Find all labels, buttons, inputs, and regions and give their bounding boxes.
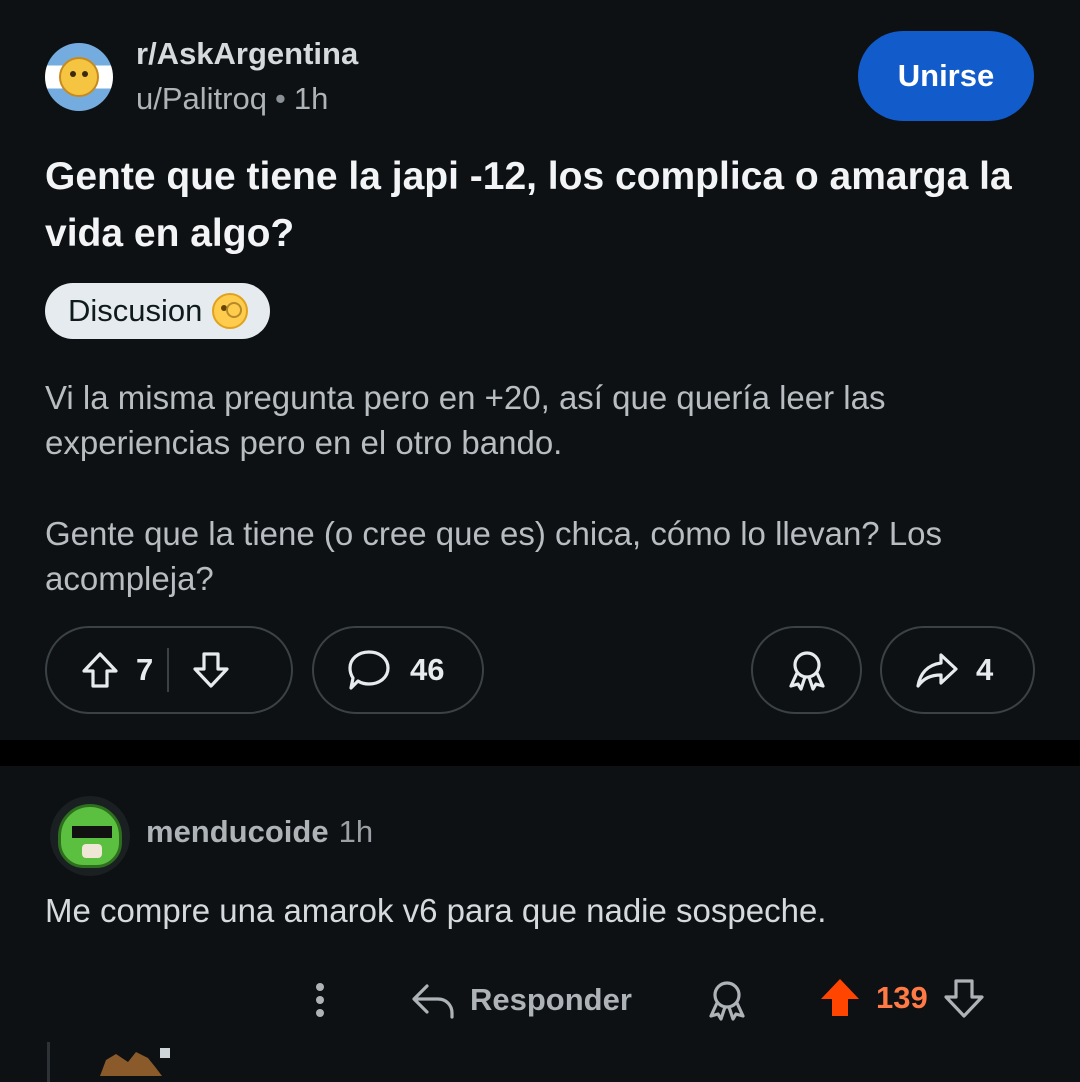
upvote-icon[interactable] [80,650,120,690]
more-icon[interactable] [305,980,335,1020]
subreddit-avatar[interactable] [45,43,113,111]
post-flair[interactable]: Discusion [45,283,271,339]
comment-avatar[interactable] [50,796,130,876]
comment-score: 139 [876,980,928,1015]
thread-line [47,1042,50,1082]
post-time: 1h [293,81,329,116]
upvote-active-icon[interactable] [818,976,862,1020]
award-button[interactable] [751,626,862,714]
post-body: Vi la misma pregunta pero en +20, así qu… [45,375,1045,647]
comment-icon [346,648,392,692]
comment-vote: 139 [818,976,986,1020]
body-paragraph: Vi la misma pregunta pero en +20, así qu… [45,379,886,461]
downvote-icon[interactable] [191,650,231,690]
upvote-count: 7 [136,652,154,687]
comment-actions: Responder 139 [0,976,1080,1024]
join-button[interactable]: Unirse [858,31,1034,121]
post-card: r/AskArgentina u/Palitroq • 1h Unirse Gent… [0,0,1080,740]
post-title[interactable]: Gente que tiene la japi -12, los complic… [45,148,1025,262]
award-icon [785,648,829,692]
comments-button[interactable]: 46 [312,626,484,714]
share-button[interactable]: 4 [880,626,1035,714]
comment-award-icon[interactable] [705,978,749,1027]
comment-meta: menducoide 1h [146,814,373,850]
monocle-emoji-icon [212,293,249,329]
downvote-icon[interactable] [942,976,986,1020]
comment-count: 46 [410,652,445,687]
section-divider [0,740,1080,766]
share-icon [914,650,960,690]
meta-separator: • [274,81,286,116]
reply-icon [410,980,456,1020]
comment-time: 1h [338,814,374,849]
post-author[interactable]: u/Palitroq [136,81,267,116]
comment: menducoide 1h Me compre una amarok v6 par… [0,766,1080,1082]
vote-divider [167,648,170,692]
reply-label: Responder [470,982,632,1017]
next-comment-avatar [96,1046,174,1076]
comment-text: Me compre una amarok v6 para que nadie s… [45,892,827,929]
post-meta: u/Palitroq • 1h [136,81,328,117]
flair-label: Discusion [68,293,203,328]
comment-author[interactable]: menducoide [146,814,329,849]
reply-button[interactable]: Responder [410,980,632,1020]
body-paragraph: Gente que la tiene (o cree que es) chica… [45,515,943,597]
vote-bar: 7 [45,626,293,714]
subreddit-name[interactable]: r/AskArgentina [136,36,358,72]
share-count: 4 [976,652,994,687]
